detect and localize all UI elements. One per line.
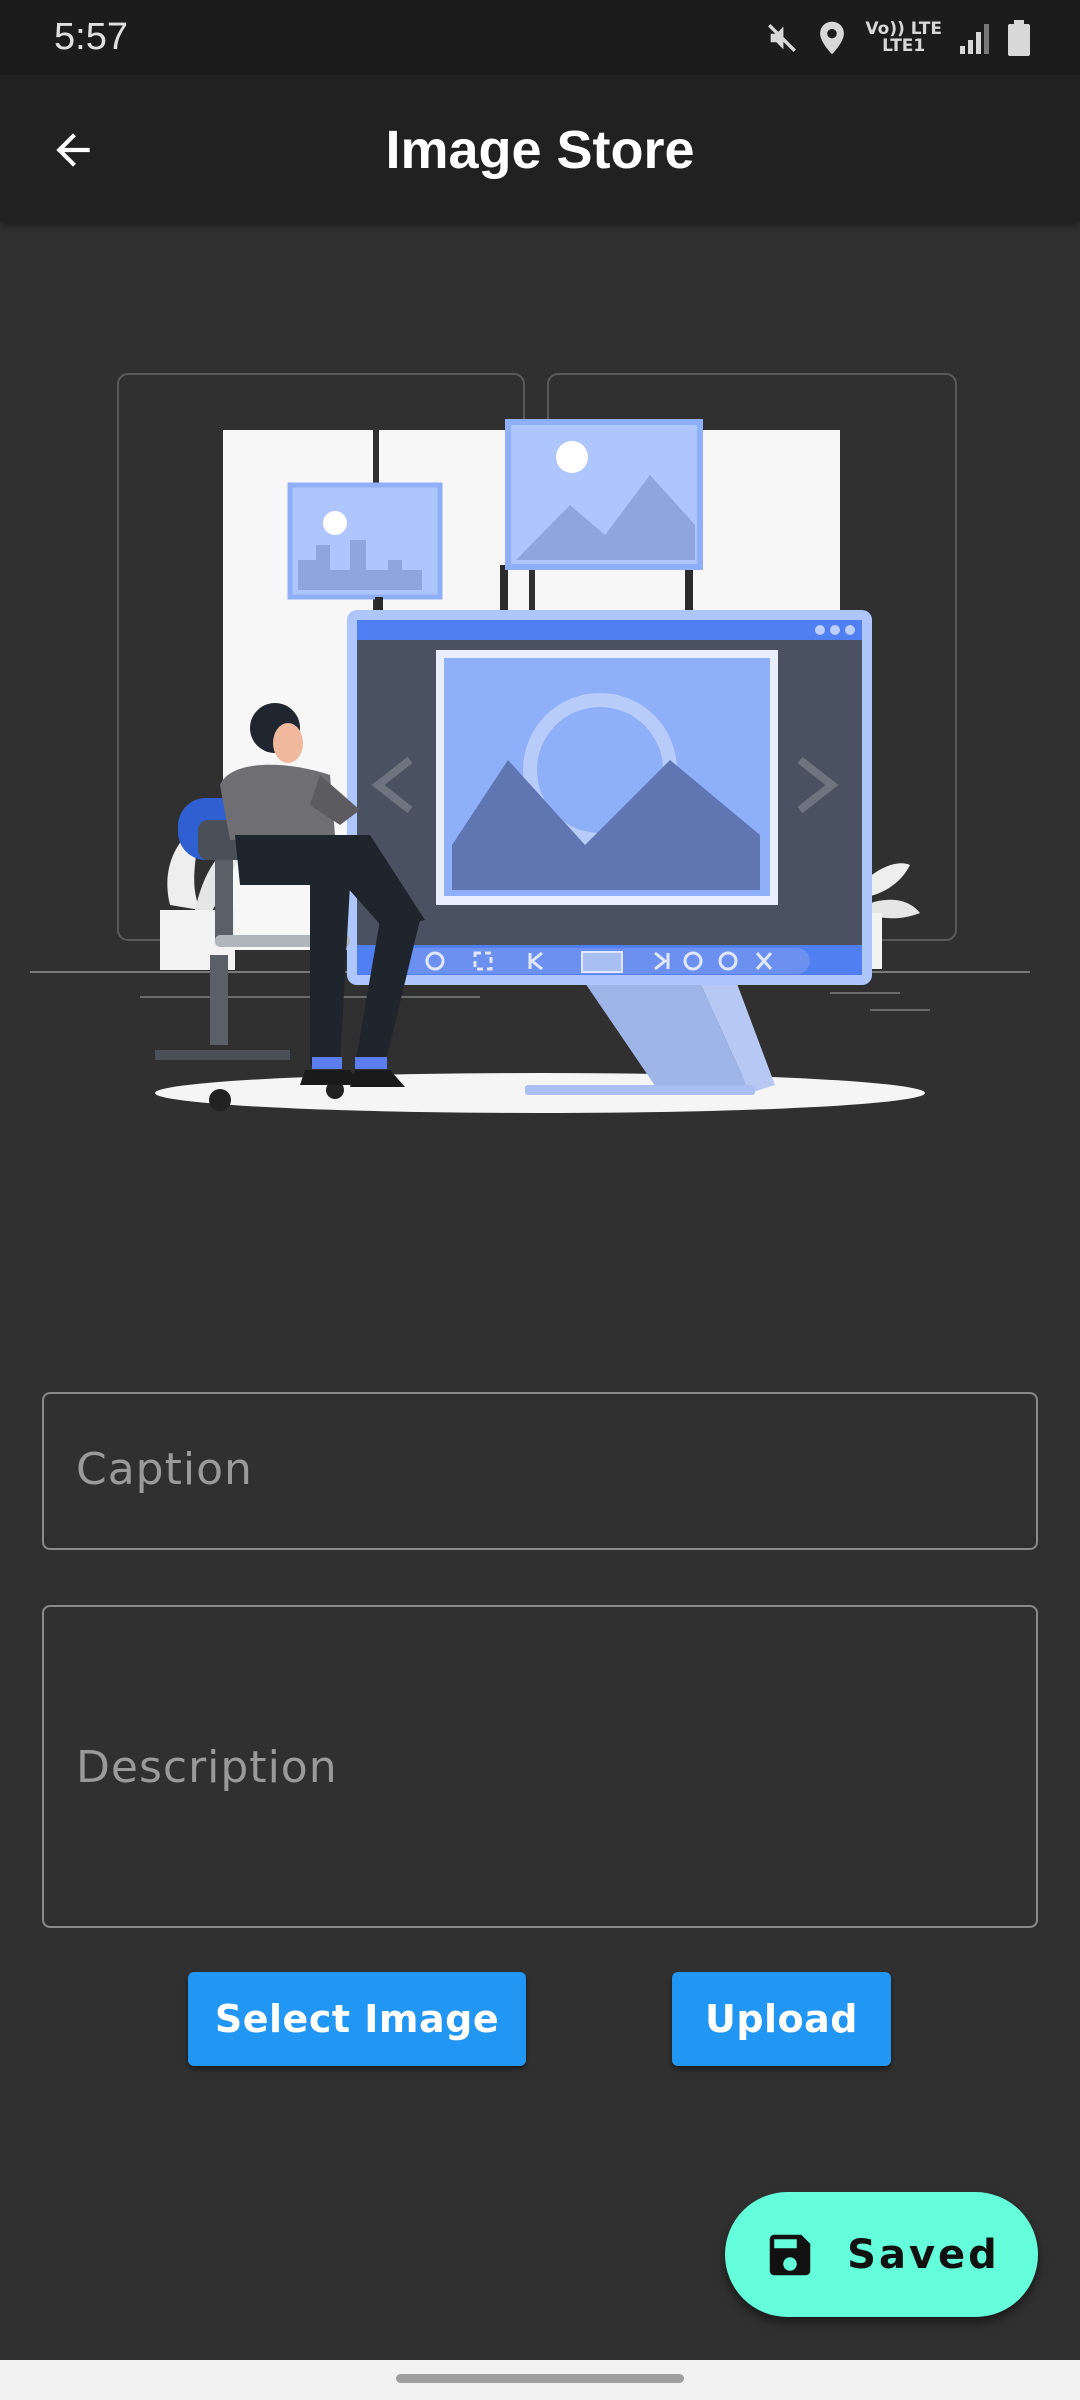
caption-placeholder: Caption [76,1444,253,1495]
mute-icon [765,21,799,55]
status-bar: 5:57 Vo)) LTE LTE1 [0,0,1080,75]
volte-lte-icon: Vo)) LTE LTE1 [865,21,942,55]
volte-label: Vo)) LTE LTE1 [865,19,942,56]
status-time: 5:57 [54,16,128,58]
select-image-button[interactable]: Select Image [188,1972,526,2066]
signal-icon [960,22,990,54]
home-gesture-handle[interactable] [396,2374,684,2383]
description-field[interactable]: Description [42,1605,1038,1928]
saved-fab-button[interactable]: Saved [725,2192,1038,2317]
status-icons: Vo)) LTE LTE1 [765,18,1030,58]
caption-field[interactable]: Caption [42,1392,1038,1550]
upload-button[interactable]: Upload [672,1972,891,2066]
illustration-image [30,373,1030,1113]
location-icon [817,20,847,56]
app-bar: Image Store [0,75,1080,222]
save-icon [769,2234,811,2275]
page-title: Image Store [385,120,695,180]
system-nav-bar [0,2360,1080,2400]
description-placeholder: Description [76,1742,338,1793]
fab-label: Saved [847,2231,1000,2278]
battery-icon [1008,20,1030,56]
